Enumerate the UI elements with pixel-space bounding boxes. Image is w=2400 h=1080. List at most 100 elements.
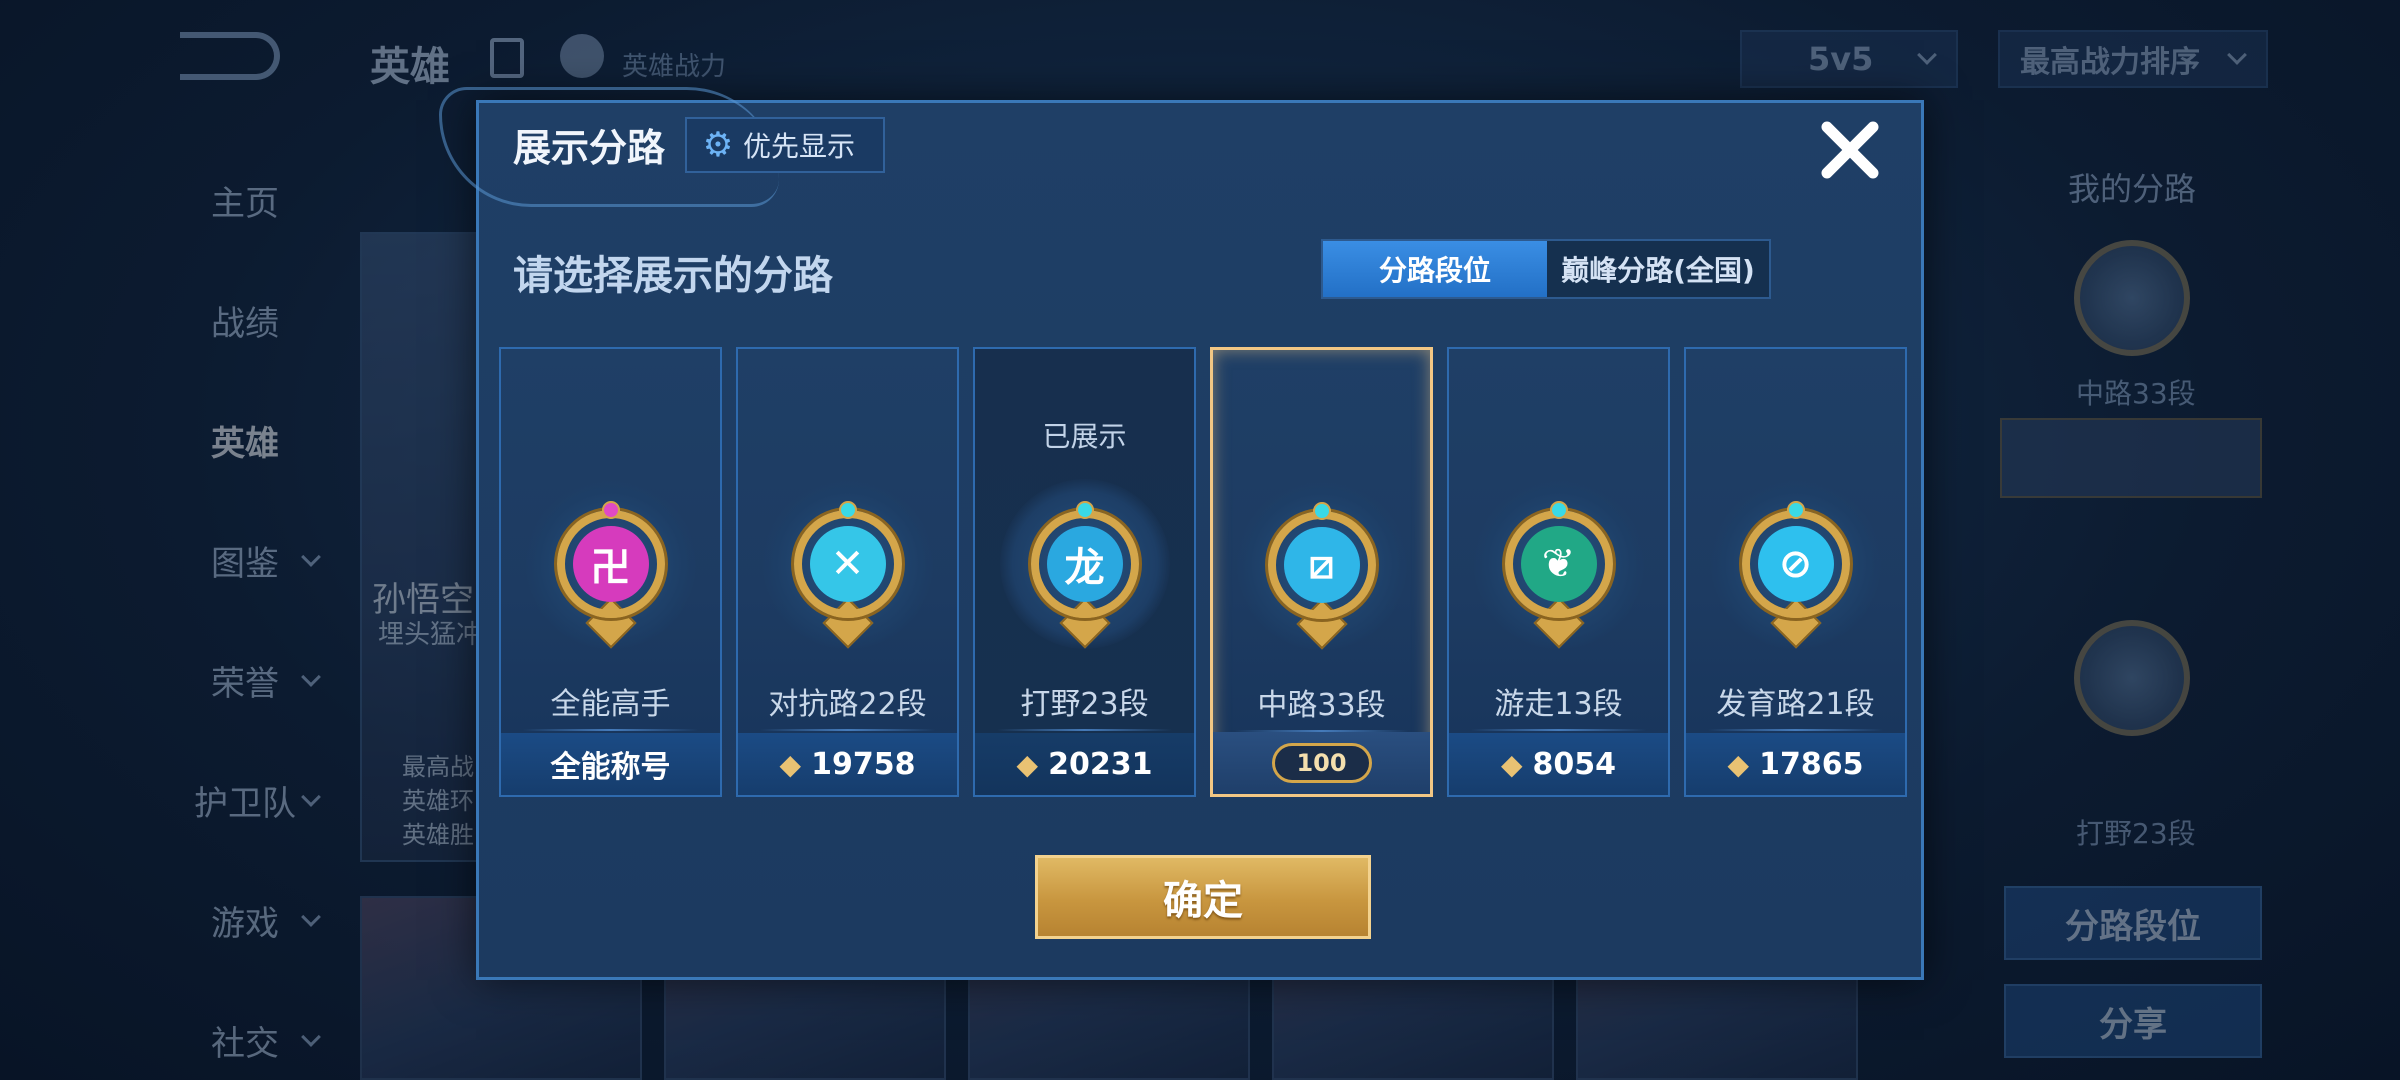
chevron-down-icon <box>301 667 321 687</box>
sort-select-value: 最高战力排序 <box>2020 45 2200 80</box>
document-icon[interactable] <box>490 38 524 78</box>
lane-card-mid[interactable]: ⧄ 中路33段 100 <box>1210 347 1433 797</box>
lane-card-roam[interactable]: ❦ 游走13段 ◆ 8054 <box>1447 347 1670 797</box>
sidebar-item-label: 主页 <box>211 183 279 224</box>
power-score-icon: ◆ <box>1500 747 1523 781</box>
share-button[interactable]: 分享 <box>2004 984 2262 1058</box>
lane-score: 19758 <box>811 746 916 782</box>
close-button[interactable] <box>1817 117 1883 183</box>
lane-tabs: 分路段位 巅峰分路(全国) <box>1321 239 1771 299</box>
my-lane-label-2: 打野23段 <box>2076 817 2196 850</box>
hero-tag: 埋头猛冲 <box>378 620 483 650</box>
back-icon[interactable] <box>180 32 280 80</box>
jungle-medal-icon <box>2074 620 2190 736</box>
power-score-icon: ◆ <box>779 747 802 781</box>
sidebar-item-label: 英雄 <box>211 423 279 464</box>
sort-select[interactable]: 最高战力排序 <box>1998 30 2268 88</box>
lane-card-jungle[interactable]: 已展示 龙 打野23段 ◆ 20231 <box>973 347 1196 797</box>
hero-power-label[interactable]: 英雄战力 <box>622 46 726 83</box>
sidebar-item-honor[interactable]: 荣誉 <box>150 620 340 740</box>
mode-select[interactable]: 5v5 <box>1740 30 1958 88</box>
lane-footer: 全能称号 <box>501 733 720 795</box>
tab-peak-lane[interactable]: 巅峰分路(全国) <box>1547 241 1769 297</box>
lane-footer: ◆ 17865 <box>1686 733 1905 795</box>
sidebar-item-guard[interactable]: 护卫队 <box>150 740 340 860</box>
tab-lane-rank[interactable]: 分路段位 <box>1323 241 1547 297</box>
medal-gem <box>601 501 620 519</box>
lane-rank-banner <box>2000 418 2262 498</box>
lane-name: 游走13段 <box>1494 687 1623 722</box>
medal-gem <box>1549 501 1568 519</box>
jungle-icon: 龙 <box>999 479 1170 649</box>
medal-gem <box>838 501 857 519</box>
confirm-button[interactable]: 确定 <box>1035 855 1371 939</box>
close-icon <box>1821 121 1879 179</box>
roam-icon: ❦ <box>1473 479 1644 649</box>
divider <box>760 729 935 731</box>
divider <box>1471 729 1646 731</box>
lane-score: 17865 <box>1759 746 1864 782</box>
medal-symbol: ✕ <box>830 541 865 587</box>
page-title: 英雄 <box>370 44 450 90</box>
chevron-down-icon <box>301 787 321 807</box>
power-score-icon: ◆ <box>1727 747 1750 781</box>
dialog-title: 展示分路 <box>513 126 666 170</box>
sidebar-item-record[interactable]: 战绩 <box>150 260 340 380</box>
medal-symbol: 卍 <box>590 545 631 591</box>
divider <box>997 729 1172 731</box>
clash-lane-icon: ✕ <box>762 479 933 649</box>
lane-footer: ◆ 19758 <box>738 733 957 795</box>
lane-card-farm[interactable]: ⊘ 发育路21段 ◆ 17865 <box>1684 347 1907 797</box>
lane-card-clash[interactable]: ✕ 对抗路22段 ◆ 19758 <box>736 347 959 797</box>
dialog-subtitle: 请选择展示的分路 <box>513 253 833 299</box>
chevron-down-icon <box>1917 45 1937 65</box>
lane-footer: 100 <box>1213 732 1430 794</box>
divider <box>1708 729 1883 731</box>
chevron-down-icon <box>2227 45 2247 65</box>
lane-name: 发育路21段 <box>1716 687 1875 722</box>
sidebar-item-label: 护卫队 <box>194 783 296 824</box>
power-score-icon: ◆ <box>1016 747 1039 781</box>
priority-display-button[interactable]: ⚙ 优先显示 <box>685 117 885 173</box>
lane-card-list: 卍 全能高手 全能称号 ✕ 对抗路22段 ◆ 19758 已展示 龙 打野23段… <box>499 347 1907 797</box>
divider <box>523 729 698 731</box>
lane-display-dialog: 展示分路 ⚙ 优先显示 请选择展示的分路 分路段位 巅峰分路(全国) 卍 全能高… <box>439 87 1924 980</box>
priority-display-label: 优先显示 <box>743 130 856 163</box>
gear-icon: ⚙ <box>702 125 734 165</box>
sidebar-item-label: 荣誉 <box>211 663 279 704</box>
hero-stat-line: 最高战 <box>402 753 474 781</box>
hero-power-icon <box>560 34 604 78</box>
chevron-down-icon <box>301 907 321 927</box>
medal-ring: 龙 <box>1030 510 1139 618</box>
sidebar-item-atlas[interactable]: 图鉴 <box>150 500 340 620</box>
medal-symbol: ⧄ <box>1308 542 1335 588</box>
medal-ring: ⧄ <box>1267 511 1376 619</box>
lane-footer: ◆ 20231 <box>975 733 1194 795</box>
sidebar-item-label: 图鉴 <box>211 543 279 584</box>
rank-100-badge: 100 <box>1271 743 1372 783</box>
medal-gem <box>1075 501 1094 519</box>
my-lane-label: 中路33段 <box>2076 377 2196 410</box>
sidebar-item-social[interactable]: 社交 <box>150 980 340 1080</box>
hero-stat-line: 英雄环 <box>402 787 474 815</box>
sidebar-item-hero[interactable]: 英雄 <box>150 380 340 500</box>
allround-icon: 卍 <box>525 479 696 649</box>
allround-title-label: 全能称号 <box>550 750 671 785</box>
chevron-down-icon <box>301 547 321 567</box>
lane-score: 8054 <box>1532 746 1617 782</box>
sidebar: 主页 战绩 英雄 图鉴 荣誉 护卫队 游戏 社交 <box>150 140 340 1080</box>
lane-rank-button[interactable]: 分路段位 <box>2004 886 2262 960</box>
medal-symbol: ❦ <box>1541 541 1576 587</box>
lane-card-allround[interactable]: 卍 全能高手 全能称号 <box>499 347 722 797</box>
medal-ring: ❦ <box>1504 510 1613 618</box>
farm-lane-icon: ⊘ <box>1710 479 1881 649</box>
mid-lane-medal-icon <box>2074 240 2190 356</box>
my-lane-title: 我的分路 <box>2068 170 2197 208</box>
medal-symbol: ⊘ <box>1778 541 1813 587</box>
sidebar-item-game[interactable]: 游戏 <box>150 860 340 980</box>
lane-name: 中路33段 <box>1257 688 1386 723</box>
medal-gem <box>1786 501 1805 519</box>
sidebar-item-home[interactable]: 主页 <box>150 140 340 260</box>
medal-gem <box>1312 502 1331 520</box>
lane-name: 打野23段 <box>1020 687 1149 722</box>
